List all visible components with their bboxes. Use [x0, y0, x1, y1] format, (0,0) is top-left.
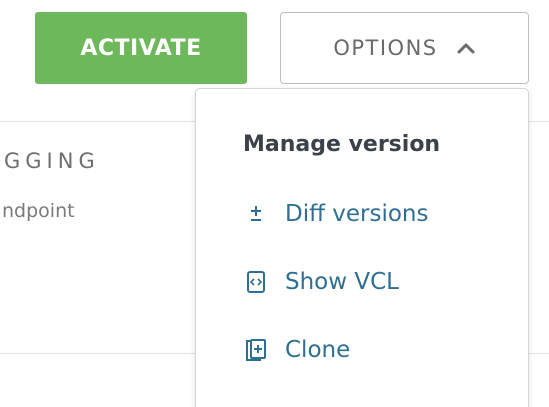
menu-heading: Manage version [243, 132, 441, 157]
activate-button[interactable]: ACTIVATE [35, 12, 247, 84]
menu-item-clone[interactable]: Clone [243, 330, 350, 370]
clone-icon [243, 337, 269, 363]
menu-item-diff-versions[interactable]: Diff versions [243, 194, 428, 234]
menu-item-label: Show VCL [285, 269, 399, 295]
menu-item-label: Clone [285, 337, 351, 363]
page: GGING ndpoint ACTIVATE OPTIONS Manage ve… [0, 0, 549, 407]
plus-minus-icon [243, 201, 269, 227]
section-heading: GGING [4, 149, 100, 173]
options-button-label: OPTIONS [333, 36, 438, 60]
menu-item-show-vcl[interactable]: Show VCL [243, 262, 399, 302]
chevron-up-icon [457, 43, 475, 54]
options-dropdown-menu: Manage version Diff versions Show VCL Cl… [195, 88, 529, 407]
section-subtext: ndpoint [2, 200, 75, 222]
menu-item-label: Diff versions [285, 201, 429, 227]
code-file-icon [243, 269, 269, 295]
options-button[interactable]: OPTIONS [280, 12, 529, 84]
